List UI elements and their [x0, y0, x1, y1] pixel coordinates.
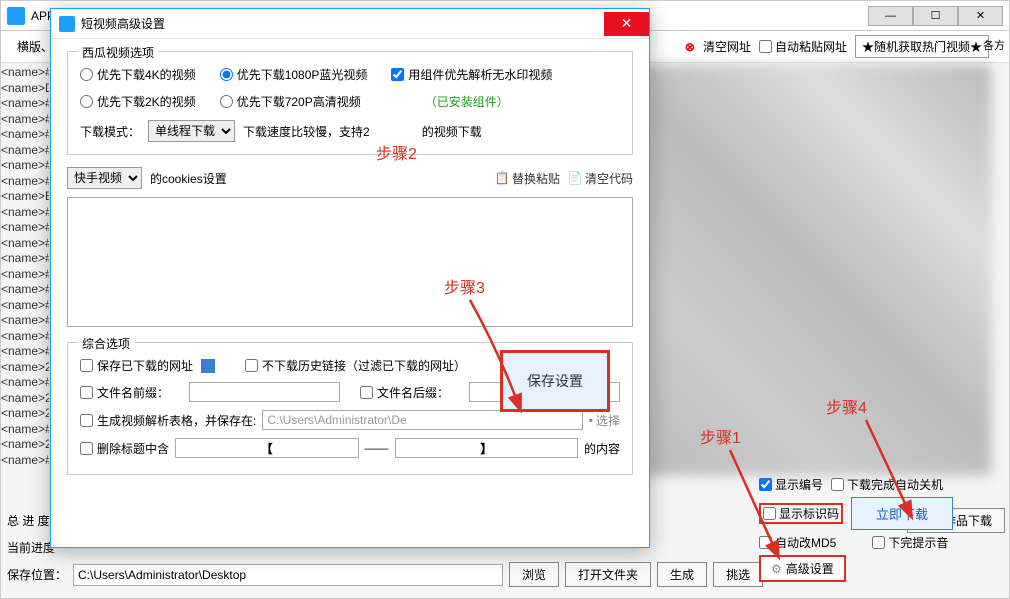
auto-paste-chk[interactable]: 自动粘贴网址	[759, 38, 847, 55]
maximize-button[interactable]: ☐	[913, 6, 958, 26]
app-icon	[7, 7, 25, 25]
dialog-title: 短视频高级设置	[81, 15, 165, 32]
mode-hint: 下载速度比较慢，支持2	[243, 123, 370, 140]
clear-url-label[interactable]: 清空网址	[703, 38, 751, 55]
minimize-button[interactable]: —	[868, 6, 913, 26]
generate-button[interactable]: 生成	[657, 562, 707, 587]
radio-720p[interactable]: 优先下载720P高清视频	[220, 93, 361, 110]
chk-gen-table[interactable]: 生成视频解析表格，并保存在:	[80, 412, 256, 429]
dash-label: ——	[365, 441, 389, 455]
installed-text: （已安装组件）	[425, 93, 509, 110]
dialog-icon	[59, 16, 75, 32]
radio-1080p[interactable]: 优先下载1080P蓝光视频	[220, 66, 368, 83]
download-now-button[interactable]: 立即下载	[851, 497, 953, 530]
advanced-settings-dialog: 短视频高级设置 ✕ 西瓜视频选项 优先下载4K的视频 优先下载1080P蓝光视频…	[50, 8, 650, 548]
cookies-label: 的cookies设置	[150, 170, 227, 187]
mode-label: 下载模式：	[80, 123, 140, 140]
dialog-close-button[interactable]: ✕	[604, 12, 649, 36]
page-icon: 📄	[568, 171, 582, 185]
select-button[interactable]: 挑选	[713, 562, 763, 587]
clear-code-button[interactable]: 📄清空代码	[568, 170, 633, 187]
mode-hint2: 的视频下载	[422, 123, 482, 140]
save-location-input[interactable]	[73, 564, 503, 586]
gear-icon: ⚙	[771, 562, 782, 576]
show-id-chk[interactable]: 显示标识码	[759, 503, 843, 524]
clear-url-icon: ⊗	[685, 40, 695, 54]
save-icon	[201, 359, 215, 373]
chk-prefix[interactable]: 文件名前缀：	[80, 382, 169, 402]
replace-paste-button[interactable]: 📋替换粘贴	[495, 170, 560, 187]
chk-suffix[interactable]: 文件名后缀：	[360, 382, 449, 402]
prefix-input[interactable]	[189, 382, 340, 402]
radio-2k[interactable]: 优先下载2K的视频	[80, 93, 196, 110]
close-button[interactable]: ✕	[958, 6, 1003, 26]
xigua-group-title: 西瓜视频选项	[78, 44, 158, 61]
cookies-source-select[interactable]: 快手视频	[67, 167, 142, 189]
chk-no-history[interactable]: 不下载历史链接（过滤已下载的网址）	[245, 357, 466, 374]
del-tail-label: 的内容	[584, 440, 620, 457]
mode-select[interactable]: 单线程下载	[148, 120, 235, 142]
general-group-title: 综合选项	[78, 335, 134, 352]
chk-save-url[interactable]: 保存已下载的网址	[80, 357, 215, 374]
save-settings-button[interactable]: 保存设置	[500, 350, 610, 412]
auto-md5-chk[interactable]: 自动改MD5	[759, 534, 836, 551]
table-path-input[interactable]	[262, 410, 582, 430]
clipboard-icon: 📋	[495, 171, 509, 185]
dialog-titlebar: 短视频高级设置 ✕	[51, 9, 649, 39]
auto-shutdown-chk[interactable]: 下载完成自动关机	[831, 476, 943, 493]
radio-4k[interactable]: 优先下载4K的视频	[80, 66, 196, 83]
bracket-right-input[interactable]	[395, 438, 578, 458]
advanced-settings-button[interactable]: ⚙高级设置	[759, 555, 846, 582]
show-number-chk[interactable]: 显示编号	[759, 476, 823, 493]
cookies-textarea[interactable]	[67, 197, 633, 327]
random-hot-button[interactable]: ★随机获取热门视频★	[855, 35, 989, 58]
chk-del-title[interactable]: 删除标题中含	[80, 440, 169, 457]
chk-component[interactable]: 用组件优先解析无水印视频	[391, 66, 552, 83]
right-extra-label: 各方	[983, 37, 1005, 53]
xigua-group: 西瓜视频选项 优先下载4K的视频 优先下载1080P蓝光视频 用组件优先解析无水…	[67, 51, 633, 155]
left-name-list: <name>#<name>D<name>#<name>#<name>#<name…	[1, 65, 49, 505]
select-path-button[interactable]: ▪选择	[589, 412, 620, 429]
no-sound-chk[interactable]: 下完提示音	[872, 534, 948, 551]
open-folder-button[interactable]: 打开文件夹	[565, 562, 651, 587]
save-location-label: 保存位置：	[7, 566, 67, 583]
cookies-row: 快手视频 的cookies设置 📋替换粘贴 📄清空代码	[67, 167, 633, 189]
bracket-left-input[interactable]	[175, 438, 358, 458]
preview-pane	[645, 65, 991, 475]
dialog-body: 西瓜视频选项 优先下载4K的视频 优先下载1080P蓝光视频 用组件优先解析无水…	[51, 39, 649, 499]
right-toolbar: ⊗ 清空网址 自动粘贴网址 ★随机获取热门视频★	[685, 35, 989, 58]
general-group: 综合选项 保存已下载的网址 不下载历史链接（过滤已下载的网址） 文件名前缀： 文…	[67, 342, 633, 475]
right-options: 显示编号 下载完成自动关机 显示标识码 立即下载 自动改MD5 下完提示音 ⚙高…	[759, 472, 989, 586]
browse-button[interactable]: 浏览	[509, 562, 559, 587]
folder-icon: ▪	[589, 413, 593, 427]
